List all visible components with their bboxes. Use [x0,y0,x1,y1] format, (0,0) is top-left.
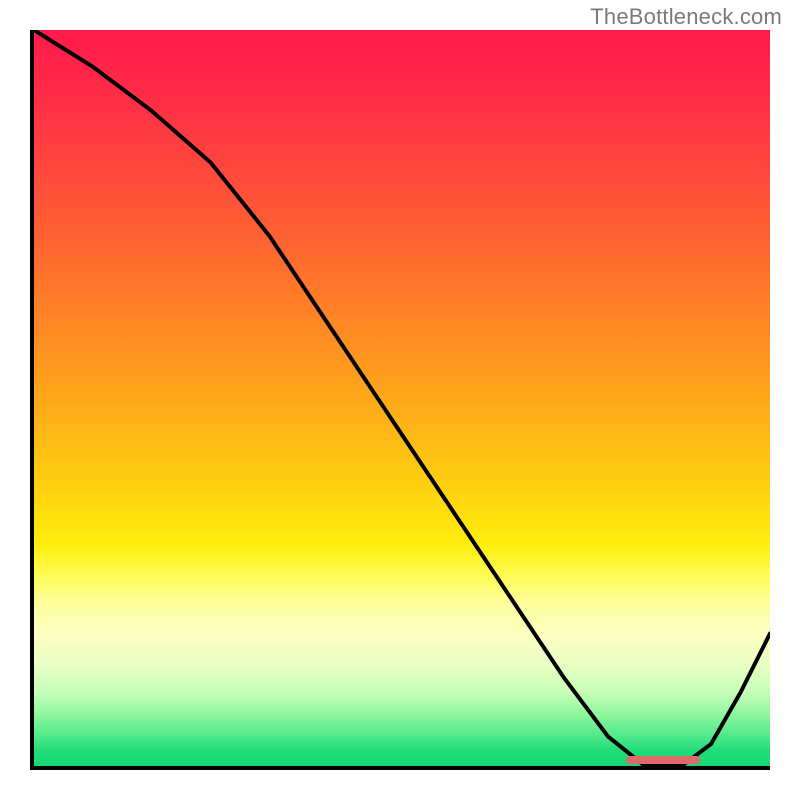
optimum-range-marker [626,756,700,764]
watermark-text: TheBottleneck.com [590,4,782,30]
curve-layer [34,30,770,766]
plot-frame [30,30,770,770]
bottleneck-curve-path [34,30,770,766]
chart-canvas: TheBottleneck.com [0,0,800,800]
